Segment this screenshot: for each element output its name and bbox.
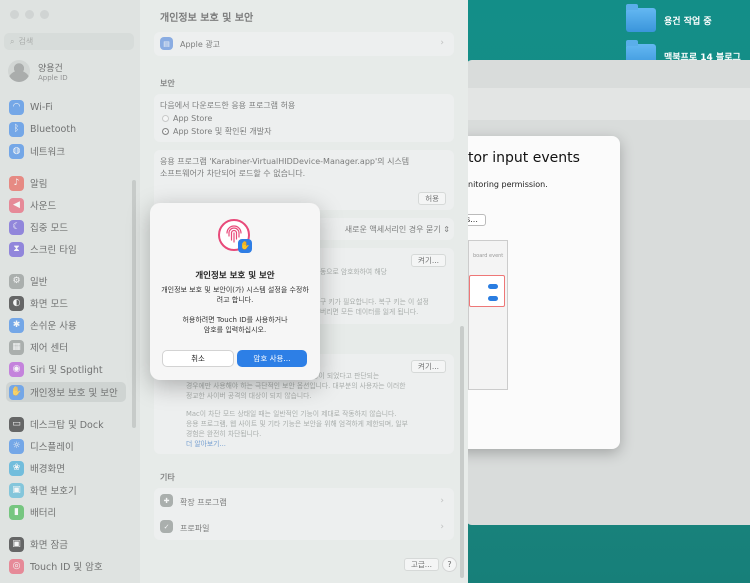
hand-icon: ✋	[238, 239, 252, 253]
dialog-image-highlight	[469, 275, 505, 307]
use-password-button[interactable]: 암호 사용...	[237, 350, 307, 367]
authorization-dialog: ✋ 개인정보 보호 및 보안 개인정보 보호 및 보안이(가) 시스템 설정을 …	[150, 203, 320, 380]
folder-label: 용건 작업 중	[664, 16, 712, 27]
toggle-icon	[488, 284, 498, 289]
auth-message: 암호를 입력하십시오.	[203, 326, 267, 334]
auth-message: 려고 합니다.	[216, 296, 254, 304]
dialog-subtitle: nitoring permission.	[468, 180, 548, 189]
toggle-icon	[488, 296, 498, 301]
auth-title: 개인정보 보호 및 보안	[195, 271, 275, 281]
auth-message: 개인정보 보호 및 보안이(가) 시스템 설정을 수정하	[161, 286, 309, 294]
folder-icon	[626, 4, 656, 32]
dialog-screenshot-image: board event	[468, 240, 508, 390]
dialog-image-text: board event	[473, 253, 504, 259]
cancel-button[interactable]: 취소	[162, 350, 234, 367]
background-permission-dialog: tor input events nitoring permission. s.…	[454, 136, 620, 449]
desktop-folder[interactable]: 용건 작업 중	[626, 4, 712, 32]
background-app-toolbar	[466, 88, 750, 120]
auth-message: 허용하려면 Touch ID를 사용하거나	[182, 316, 288, 324]
dialog-title: tor input events	[468, 150, 580, 166]
